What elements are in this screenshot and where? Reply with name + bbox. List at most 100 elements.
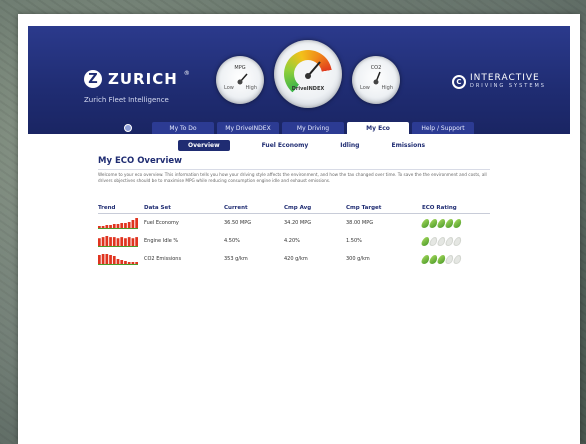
eco-rating-cell [420,214,490,233]
title-divider [98,169,490,170]
eco-leaf-icon [452,218,463,228]
trend-bar [116,238,120,246]
eco-rating-cell [420,232,490,250]
trend-bar [112,237,116,246]
trend-bar [105,236,109,246]
trend-bar [131,262,135,264]
trend-bar [101,254,105,264]
brand-subtitle: Zurich Fleet Intelligence [84,96,169,104]
header-banner: Z ZURICH ® Zurich Fleet Intelligence MPG… [28,26,570,134]
data-set-cell: Engine Idle % [144,238,179,244]
trend-chart [98,218,138,229]
co2-gauge: CO2 Low High [352,56,400,104]
app-window: Z ZURICH ® Zurich Fleet Intelligence MPG… [18,14,580,444]
trend-bar [109,255,112,264]
eco-rating-leaves [420,236,490,246]
trend-bar [124,238,127,246]
zurich-logo[interactable]: Z ZURICH ® [84,70,190,88]
subtab-fuel-economy[interactable]: Fuel Economy [262,142,309,149]
trend-bar [98,226,101,228]
co2-gauge-needle [373,71,381,85]
trend-bar [105,225,109,228]
home-icon[interactable] [124,124,132,132]
trend-bar [135,218,138,228]
col-cmp-target: Cmp Target [346,203,422,214]
intro-text: Welcome to your eco overview. This infor… [98,172,487,183]
ids-logo-line2: DRIVING SYSTEMS [469,83,546,89]
trend-bar [101,226,105,228]
trend-chart [98,254,138,265]
cmp-target-cell: 1.50% [346,238,362,244]
trend-sparkline [98,232,144,250]
current-cell: 36.50 MPG [224,220,252,226]
trend-bar [124,223,127,228]
table-row[interactable]: Engine Idle % 4.50% 4.20% 1.50% [98,232,490,250]
driveindex-needle [305,61,321,79]
sub-nav: Overview Fuel Economy Idling Emissions [178,140,425,151]
mpg-gauge: MPG Low High [216,56,264,104]
data-set-cell: Fuel Economy [144,220,179,226]
eco-rating-leaves [420,218,490,228]
subtab-overview[interactable]: Overview [178,140,230,151]
trend-bar [131,238,135,246]
data-set-cell: CO2 Emissions [144,256,182,262]
main-nav: My To Do My DriveINDEX My Driving My Eco… [28,122,570,134]
trend-bar [124,261,127,264]
mpg-gauge-needle [237,73,248,85]
current-cell: 353 g/km [224,256,248,262]
subtab-idling[interactable]: Idling [340,142,359,149]
cmp-target-cell: 300 g/km [346,256,370,262]
table-row[interactable]: CO2 Emissions 353 g/km 420 g/km 300 g/km [98,250,490,268]
eco-table: Trend Data Set Current Cmp Avg Cmp Targe… [98,203,490,268]
driveindex-gauge-label: DriveINDEX [291,86,325,92]
ids-logo-text: INTERACTIVE DRIVING SYSTEMS [469,73,546,90]
col-cmp-avg: Cmp Avg [284,203,346,214]
table-row[interactable]: Fuel Economy 36.50 MPG 34.20 MPG 38.00 M… [98,214,490,233]
eco-rating-leaves [420,254,490,264]
ids-logo-icon: C [451,74,466,89]
trend-bar [109,225,112,228]
col-data-set: Data Set [144,203,224,214]
current-cell: 4.50% [224,238,240,244]
cmp-avg-cell: 34.20 MPG [284,220,312,226]
trend-bar [131,220,135,228]
trend-bar [105,254,109,264]
trend-bar [98,238,101,246]
eco-rating-cell [420,250,490,268]
trend-bar [116,259,120,264]
trend-bar [127,237,131,246]
tab-help-support[interactable]: Help / Support [412,122,474,134]
trend-bar [120,260,124,264]
page-title: My ECO Overview [98,156,182,166]
col-current: Current [224,203,284,214]
subtab-emissions[interactable]: Emissions [391,142,425,149]
zurich-wordmark: ZURICH [108,70,178,88]
eco-leaf-icon [452,254,463,264]
cmp-target-cell: 38.00 MPG [346,220,374,226]
trend-bar [127,222,131,228]
trend-bar [127,262,131,264]
trend-bar [112,224,116,228]
cmp-avg-cell: 4.20% [284,238,300,244]
tab-my-to-do[interactable]: My To Do [152,122,214,134]
trend-bar [112,256,116,264]
trend-bar [135,237,138,246]
zurich-logo-icon: Z [84,70,102,88]
registered-mark: ® [183,70,190,77]
tab-my-eco[interactable]: My Eco [347,122,409,134]
ids-logo[interactable]: C INTERACTIVE DRIVING SYSTEMS [451,73,546,90]
col-eco-rating: ECO Rating [422,203,490,214]
trend-bar [98,255,101,264]
tab-my-driveindex[interactable]: My DriveINDEX [217,122,279,134]
trend-sparkline [98,214,144,233]
driveindex-gauge: DriveINDEX [274,40,342,108]
trend-bar [120,237,124,246]
trend-bar [135,262,138,264]
trend-chart [98,236,138,247]
trend-bar [120,223,124,228]
ids-logo-line1: INTERACTIVE [469,73,540,83]
trend-bar [116,224,120,228]
tab-my-driving[interactable]: My Driving [282,122,344,134]
nav-tabs: My To Do My DriveINDEX My Driving My Eco… [152,122,474,134]
trend-bar [101,237,105,246]
